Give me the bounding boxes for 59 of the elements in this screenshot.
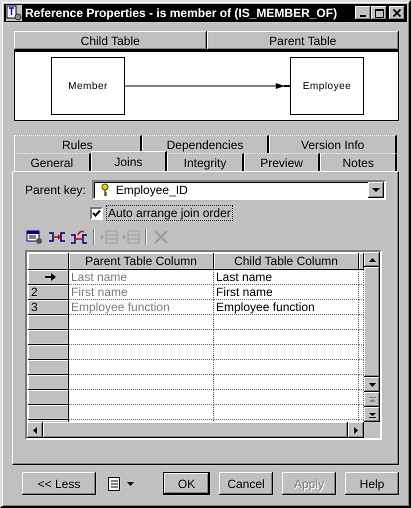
scroll-right-icon[interactable] [354, 426, 358, 434]
row-header[interactable] [28, 405, 69, 420]
row-header[interactable] [28, 345, 69, 360]
tab[interactable]: Version Info [269, 135, 398, 153]
field-label: Parent key: [25, 183, 86, 197]
scroll-down-icon[interactable] [368, 382, 376, 386]
table-cell: Employee function [214, 300, 359, 315]
scroll-to-bottom-icon[interactable] [368, 412, 376, 418]
column-header [359, 253, 364, 270]
row-header[interactable] [28, 390, 69, 405]
current-row-arrow-icon [45, 273, 56, 281]
window-title: Reference Properties - is member of (IS_MEMBER_OF) [25, 6, 338, 20]
scroll-up-icon[interactable] [368, 258, 376, 262]
table-cell: First name [69, 285, 214, 300]
row-header[interactable]: 2 [28, 285, 69, 300]
maximize-button[interactable] [371, 6, 387, 20]
reuse-icon[interactable] [69, 228, 89, 246]
table-cell: Last name [214, 270, 359, 285]
row-header[interactable] [28, 360, 69, 375]
tab[interactable]: General [14, 153, 91, 171]
list-menu-icon[interactable] [107, 476, 135, 492]
column-header[interactable]: Parent Table [206, 31, 399, 50]
table-cell: Employee function [69, 300, 214, 315]
dialog-button[interactable]: Cancel [219, 472, 273, 495]
column-header[interactable]: Child Table [14, 31, 206, 50]
row-header[interactable] [28, 270, 69, 285]
row-header[interactable]: 3 [28, 300, 69, 315]
maximize-icon [374, 8, 384, 18]
row-header[interactable] [28, 330, 69, 345]
checkbox-label[interactable]: Auto arrange join order [107, 206, 232, 220]
minimize-button[interactable] [355, 6, 371, 20]
corner-cell [28, 253, 69, 270]
scrollbar-corner [364, 422, 380, 438]
dialog-button[interactable]: Help [345, 472, 399, 495]
parent-key-dropdown[interactable]: Employee_ID [92, 180, 386, 200]
less-button[interactable]: << Less [22, 472, 96, 495]
column-header: Child Table Column [214, 253, 359, 270]
tab[interactable]: Integrity [167, 153, 244, 171]
table-node: Employee [290, 57, 364, 115]
table-cell: First name [214, 285, 359, 300]
tab[interactable]: Joins [90, 151, 168, 171]
key-icon [100, 183, 110, 197]
table-node: Member [51, 57, 125, 115]
row-header[interactable] [28, 315, 69, 330]
checkbox[interactable] [90, 206, 103, 220]
close-button[interactable] [389, 6, 405, 20]
row-header[interactable] [28, 375, 69, 390]
vertical-scrollbar[interactable] [364, 252, 380, 422]
tab[interactable]: Rules [14, 135, 142, 153]
dialog-button[interactable]: OK [163, 472, 210, 495]
properties-icon[interactable] [25, 228, 45, 246]
tab[interactable]: Notes [320, 153, 397, 171]
column-header: Parent Table Column [69, 253, 214, 270]
close-icon [393, 9, 401, 17]
scroll-thumb[interactable] [364, 267, 380, 377]
table-cell: Last name [69, 270, 214, 285]
scroll-left-icon[interactable] [33, 426, 37, 434]
tab[interactable]: Preview [244, 153, 320, 171]
tab[interactable]: Dependencies [142, 135, 270, 153]
